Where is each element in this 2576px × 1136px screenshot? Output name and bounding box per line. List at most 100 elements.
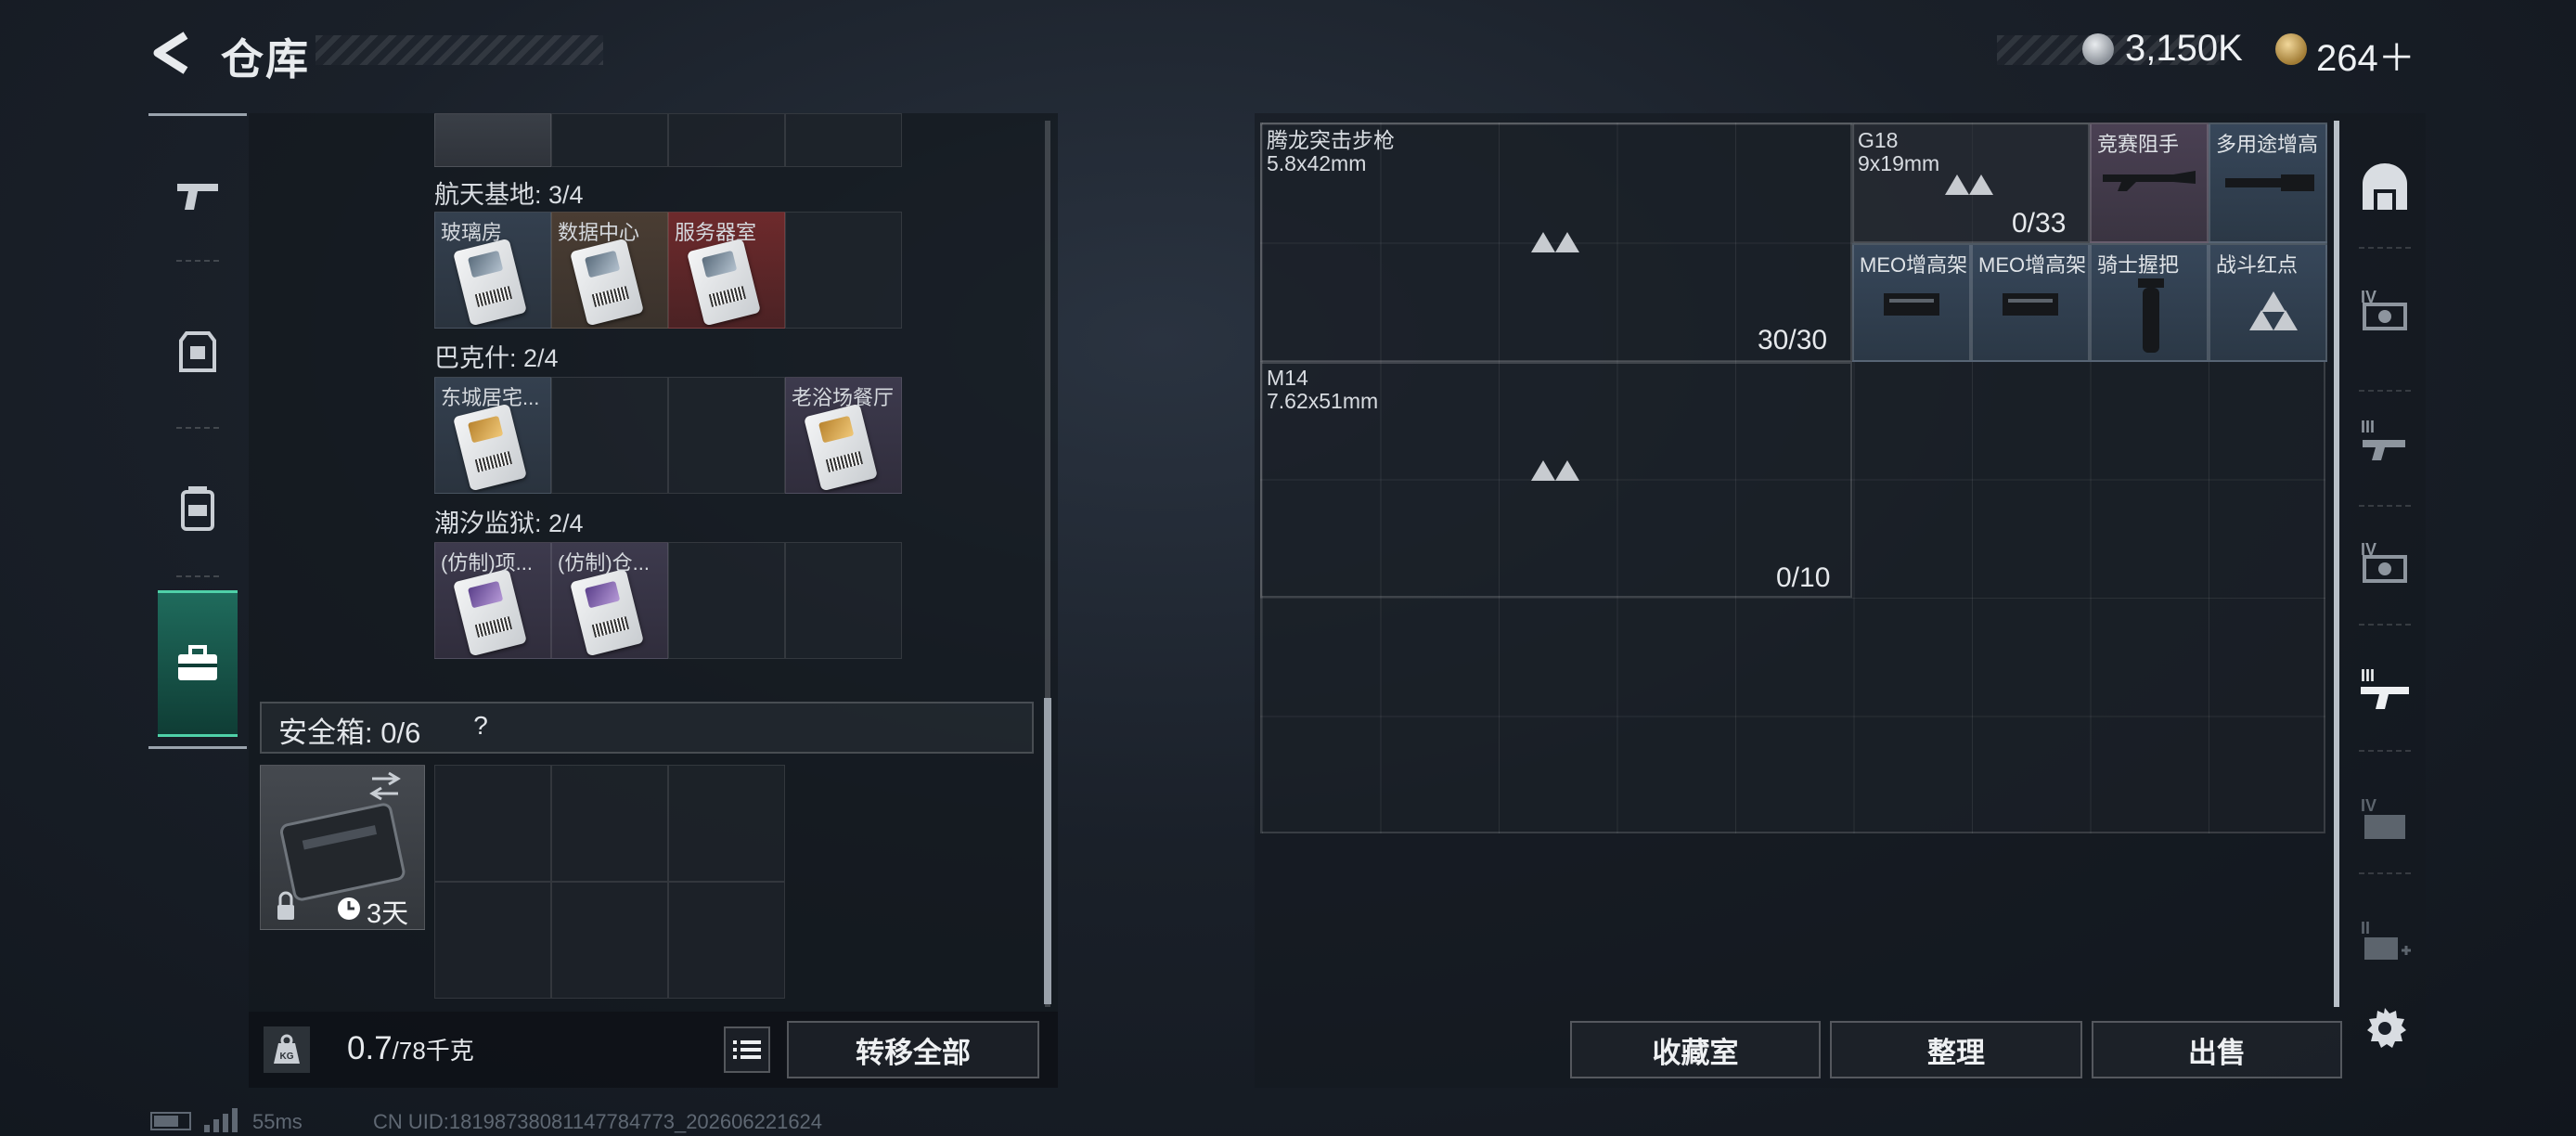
attachment-slot[interactable]: 骑士握把 [2090,243,2209,362]
uid-display: CN UID:18198738081147784773_202606221624 [373,1110,823,1133]
safe-box-grid [434,765,791,1002]
item-label: 老浴场餐厅 [792,386,895,409]
tier-iii-rifle-icon: III [2361,666,2409,709]
tab-separator [2359,872,2411,874]
battery-icon [150,1112,191,1130]
safe-slot[interactable] [551,765,668,882]
rarity-icon [1531,460,1583,494]
help-icon[interactable]: ? [464,709,497,742]
sort-button[interactable]: 整理 [1830,1021,2082,1078]
safe-box-item[interactable]: 3天 [260,765,425,930]
buttstock-icon [2103,171,2196,191]
keycard-slot[interactable]: 东城居宅... [434,377,551,494]
rail-top-line [148,113,247,116]
partial-row [434,113,902,167]
tab-weapons[interactable] [158,139,238,251]
tier-iv-case-icon: IV [2361,540,2407,583]
ammo-count: 0/33 [2012,208,2067,239]
keycard-slot[interactable]: (仿制)项... [434,542,551,659]
warehouse-icon [2363,163,2407,210]
settings-button[interactable] [2357,1000,2413,1056]
keycard-slot[interactable]: 老浴场餐厅 [785,377,902,494]
meo-riser-icon [2003,293,2058,316]
safe-box-label: 安全箱: 0/6 [278,716,421,749]
inventory-slot[interactable] [668,113,785,167]
tab-separator [2359,624,2411,626]
keycard-slot[interactable]: (仿制)仓... [551,542,668,659]
safe-slot[interactable] [434,882,551,999]
transfer-all-button[interactable]: 转移全部 [787,1021,1039,1078]
attachment-label: 骑士握把 [2097,253,2180,277]
inventory-slot[interactable] [434,113,551,167]
storage-tab-4[interactable]: IV [2357,282,2413,338]
gold-currency[interactable]: 264＋ [2316,28,2415,82]
section-title: 巴克什: 2/4 [434,344,559,372]
safe-slot[interactable] [434,765,551,882]
tier-iv-case-icon: IV [2361,288,2407,330]
tab-separator [2359,505,2411,507]
weapon-caliber: 7.62x51mm [1267,389,1379,413]
attachment-slot[interactable]: MEO增高架 [1971,243,2090,362]
svg-text:III: III [2361,666,2375,685]
storage-all-tab[interactable] [2357,160,2413,215]
storage-tab-2[interactable]: II [2357,913,2413,969]
storage-tab-4c[interactable]: IV [2357,791,2413,846]
empty-slot[interactable] [551,377,668,494]
tab-separator [2359,390,2411,392]
back-icon[interactable] [148,30,200,76]
safe-slot[interactable] [668,765,785,882]
attachment-slot[interactable]: MEO增高架 [1852,243,1971,362]
signal-icon [204,1108,238,1132]
tab-backpack[interactable] [158,453,238,564]
tab-separator [176,260,219,262]
ammo-count: 30/30 [1758,325,1828,355]
rarity-icon [1945,174,1997,208]
keycard-row: (仿制)项... (仿制)仓... [434,542,902,659]
item-label: 玻璃房 [441,221,503,244]
collection-room-button[interactable]: 收藏室 [1570,1021,1821,1078]
keycard-row: 玻璃房 数据中心 服务器室 [434,212,902,329]
storage-tab-3[interactable]: III [2357,412,2413,468]
svg-text:IV: IV [2361,796,2376,815]
attachment-label: MEO增高架 [1978,253,2087,277]
empty-slot[interactable] [668,377,785,494]
attachment-slot[interactable]: 竞赛阻手 [2090,123,2209,243]
empty-slot[interactable] [785,542,902,659]
rarity-icon [1531,232,1583,265]
safe-box-timer: 3天 [367,899,409,929]
sell-button[interactable]: 出售 [2092,1021,2342,1078]
tab-separator [176,427,219,429]
keycard-slot[interactable]: 服务器室 [668,212,785,329]
page-title: 仓库 [221,35,310,84]
tier-ii-add-icon: II [2361,919,2411,960]
safe-slot[interactable] [668,882,785,999]
svg-text:II: II [2361,919,2370,937]
item-label: 服务器室 [675,221,757,244]
foregrip-icon [2138,278,2164,353]
keycard-slot[interactable]: 玻璃房 [434,212,551,329]
storage-scrollbar[interactable] [2334,121,2339,1007]
silver-coin-icon [2082,33,2114,65]
weapon-caliber: 5.8x42mm [1267,151,1367,175]
attachment-label: 竞赛阻手 [2097,133,2180,156]
attachment-slot[interactable]: 战斗红点 [2209,243,2327,362]
inventory-slot[interactable] [785,113,902,167]
empty-slot[interactable] [785,212,902,329]
attachment-slot[interactable]: 多用途增高 [2209,123,2327,243]
weapon-name: M14 [1267,366,1308,390]
tab-separator [176,575,219,577]
tab-case[interactable] [158,590,238,737]
keycard-slot[interactable]: 数据中心 [551,212,668,329]
empty-slot[interactable] [668,542,785,659]
inventory-slot[interactable] [551,113,668,167]
weapon-name: 腾龙突击步枪 [1267,128,1395,152]
tab-separator [2359,750,2411,752]
tier-iii-weapon-icon: III [2361,418,2405,460]
safe-slot[interactable] [551,882,668,999]
storage-tab-weapons-active[interactable]: III [2357,661,2413,716]
tab-armor[interactable] [158,297,238,408]
storage-tab-4b[interactable]: IV [2357,535,2413,590]
list-view-button[interactable] [724,1026,770,1073]
stash-scroll-thumb[interactable] [1044,698,1051,1004]
riser-mount-icon [2225,174,2314,191]
